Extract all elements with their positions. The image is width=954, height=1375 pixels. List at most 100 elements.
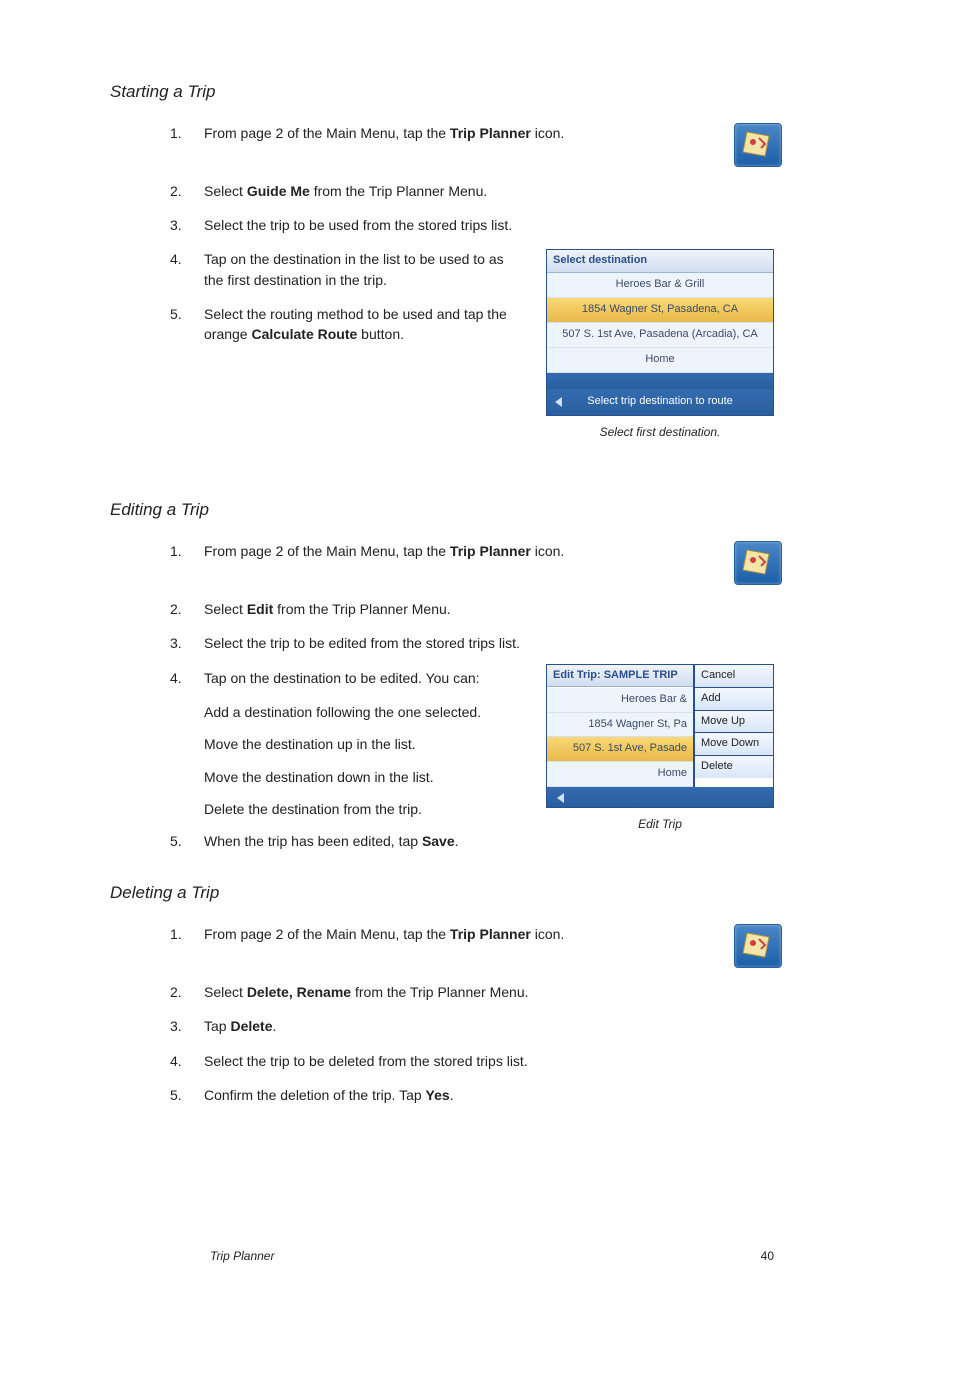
text: icon. xyxy=(531,926,564,942)
figure-edit-trip: Edit Trip: SAMPLE TRIP Cancel Heroes Bar… xyxy=(546,664,774,809)
back-arrow-icon[interactable] xyxy=(557,793,564,803)
text: From page 2 of the Main Menu, tap the xyxy=(204,125,450,141)
menu-movedown-button[interactable]: Move Down xyxy=(695,733,773,756)
text: Tap xyxy=(204,1018,230,1034)
list-num: 2. xyxy=(170,599,204,619)
trip-planner-icon xyxy=(734,123,782,167)
heading-deleting-a-trip: Deleting a Trip xyxy=(110,881,864,906)
edit-row[interactable]: Heroes Bar & xyxy=(547,688,693,713)
text: . xyxy=(455,833,459,849)
list-deleting: 1. From page 2 of the Main Menu, tap the… xyxy=(170,924,864,1105)
menu-moveup-button[interactable]: Move Up xyxy=(695,711,773,734)
edit-row[interactable]: Home xyxy=(547,762,693,787)
list-num: 1. xyxy=(170,541,204,561)
menu-add-button[interactable]: Add xyxy=(695,688,773,711)
trip-planner-icon xyxy=(734,541,782,585)
bold-text: Guide Me xyxy=(247,183,310,199)
text: . xyxy=(450,1087,454,1103)
list-text: Select Delete, Rename from the Trip Plan… xyxy=(204,982,724,1002)
figure-caption: Edit Trip xyxy=(546,816,774,833)
list-num: 1. xyxy=(170,924,204,944)
list-text: From page 2 of the Main Menu, tap the Tr… xyxy=(204,541,724,561)
heading-editing-a-trip: Editing a Trip xyxy=(110,498,864,523)
heading-starting-a-trip: Starting a Trip xyxy=(110,80,864,105)
sub-item: Add a destination following the one sele… xyxy=(204,702,584,722)
text: from the Trip Planner Menu. xyxy=(310,183,487,199)
text: Select xyxy=(204,601,247,617)
list-starting: 1. From page 2 of the Main Menu, tap the… xyxy=(170,123,864,236)
bold-text: Trip Planner xyxy=(450,543,531,559)
list-text: Select Edit from the Trip Planner Menu. xyxy=(204,599,724,619)
text: Select xyxy=(204,984,247,1000)
figure-select-destination: Select destination Heroes Bar & Grill 18… xyxy=(546,249,774,416)
page-number: 40 xyxy=(761,1248,774,1265)
text: From page 2 of the Main Menu, tap the xyxy=(204,543,450,559)
bold-text: Edit xyxy=(247,601,273,617)
list-num: 3. xyxy=(170,215,204,235)
list-text: Tap on the destination to be edited. You… xyxy=(204,668,504,688)
text: . xyxy=(273,1018,277,1034)
text: Select xyxy=(204,183,247,199)
list-text: Select Guide Me from the Trip Planner Me… xyxy=(204,181,724,201)
figure-footer[interactable]: Select trip destination to route xyxy=(547,389,773,415)
figure-caption: Select first destination. xyxy=(546,424,774,441)
list-num: 5. xyxy=(170,1085,204,1105)
list-text: From page 2 of the Main Menu, tap the Tr… xyxy=(204,924,724,944)
spacer xyxy=(547,373,773,389)
list-text: Select the trip to be deleted from the s… xyxy=(204,1051,724,1071)
trip-planner-icon xyxy=(734,924,782,968)
text: button. xyxy=(357,326,404,342)
figure-header: Edit Trip: SAMPLE TRIP xyxy=(547,665,693,687)
text: From page 2 of the Main Menu, tap the xyxy=(204,926,450,942)
edit-row[interactable]: 1854 Wagner St, Pa xyxy=(547,713,693,738)
dest-row[interactable]: Home xyxy=(547,348,773,373)
dest-row-selected[interactable]: 1854 Wagner St, Pasadena, CA xyxy=(547,298,773,323)
list-num: 5. xyxy=(170,831,204,851)
dest-row[interactable]: 507 S. 1st Ave, Pasadena (Arcadia), CA xyxy=(547,323,773,348)
list-text: Tap on the destination in the list to be… xyxy=(204,249,524,290)
sub-item: Move the destination down in the list. xyxy=(204,767,584,787)
list-editing-end: 5. When the trip has been edited, tap Sa… xyxy=(170,831,864,851)
list-num: 3. xyxy=(170,633,204,653)
list-num: 4. xyxy=(170,668,204,688)
text: When the trip has been edited, tap xyxy=(204,833,422,849)
list-text: From page 2 of the Main Menu, tap the Tr… xyxy=(204,123,724,143)
text: from the Trip Planner Menu. xyxy=(351,984,528,1000)
list-text: Tap Delete. xyxy=(204,1016,724,1036)
list-editing: 1. From page 2 of the Main Menu, tap the… xyxy=(170,541,864,654)
edit-row-selected[interactable]: 507 S. 1st Ave, Pasade xyxy=(547,737,693,762)
dest-row[interactable]: Heroes Bar & Grill xyxy=(547,273,773,298)
list-num: 4. xyxy=(170,1051,204,1071)
list-text: Confirm the deletion of the trip. Tap Ye… xyxy=(204,1085,724,1105)
footer-text: Select trip destination to route xyxy=(587,394,733,410)
figure-header: Select destination xyxy=(547,250,773,273)
bold-text: Delete, Rename xyxy=(247,984,351,1000)
bold-text: Trip Planner xyxy=(450,926,531,942)
edit-menu: Add Move Up Move Down Delete xyxy=(693,688,773,788)
list-num: 2. xyxy=(170,982,204,1002)
list-num: 1. xyxy=(170,123,204,143)
text: icon. xyxy=(531,125,564,141)
list-num: 2. xyxy=(170,181,204,201)
menu-cancel-button[interactable]: Cancel xyxy=(695,665,773,688)
sub-item: Delete the destination from the trip. xyxy=(204,799,584,819)
text: from the Trip Planner Menu. xyxy=(273,601,450,617)
list-num: 5. xyxy=(170,304,204,324)
menu-delete-button[interactable]: Delete xyxy=(695,756,773,778)
back-arrow-icon[interactable] xyxy=(555,397,562,407)
text: Confirm the deletion of the trip. Tap xyxy=(204,1087,426,1103)
list-text: Select the trip to be edited from the st… xyxy=(204,633,724,653)
list-text: Select the trip to be used from the stor… xyxy=(204,215,724,235)
figure-bottom-bar xyxy=(547,787,773,807)
list-num: 3. xyxy=(170,1016,204,1036)
list-num: 4. xyxy=(170,249,204,269)
list-text: When the trip has been edited, tap Save. xyxy=(204,831,724,851)
bold-text: Trip Planner xyxy=(450,125,531,141)
bold-text: Delete xyxy=(230,1018,272,1034)
sub-item: Move the destination up in the list. xyxy=(204,734,584,754)
bold-text: Save xyxy=(422,833,455,849)
text: icon. xyxy=(531,543,564,559)
page-footer: Trip Planner 40 xyxy=(210,1248,774,1265)
footer-section-name: Trip Planner xyxy=(210,1248,274,1265)
bold-text: Calculate Route xyxy=(251,326,357,342)
